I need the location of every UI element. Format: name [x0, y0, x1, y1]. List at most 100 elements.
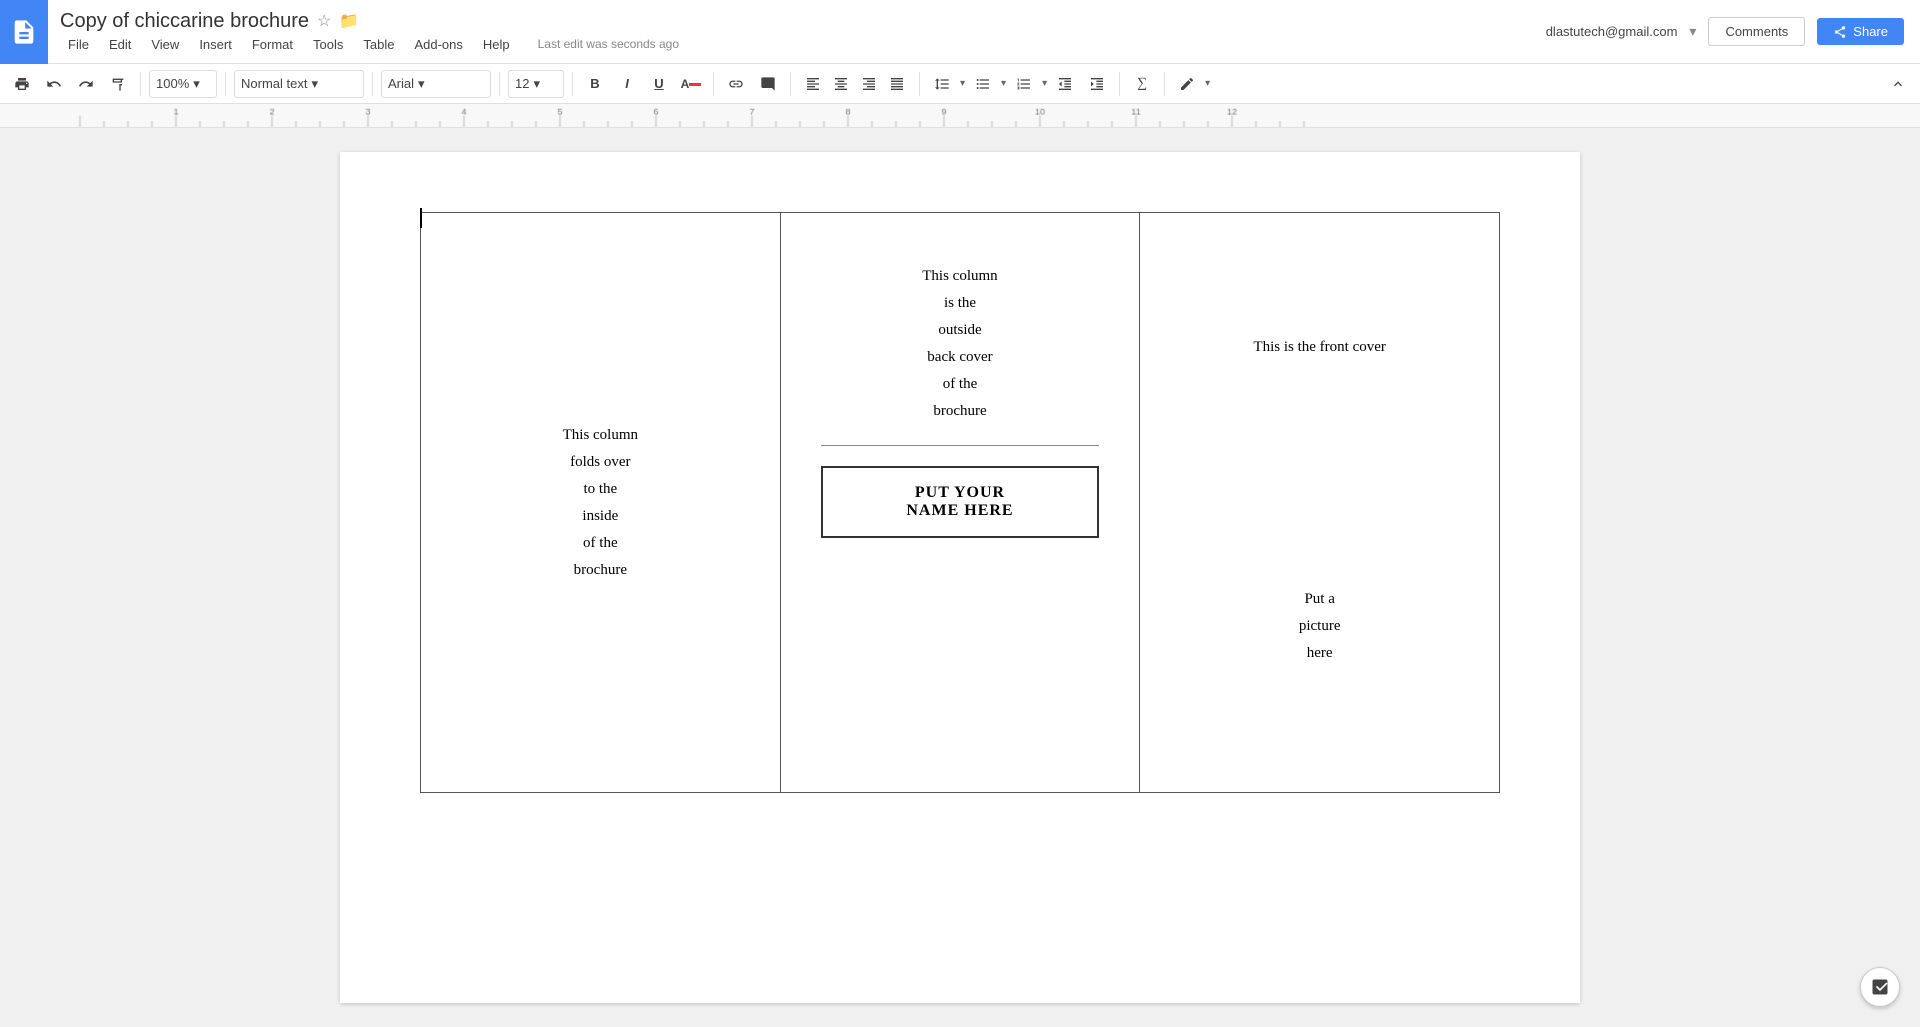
- col3-front-cover: This is the front cover: [1160, 339, 1479, 356]
- style-arrow: ▾: [311, 76, 318, 92]
- col2-line3: outside: [938, 322, 981, 338]
- zoom-arrow: ▾: [193, 76, 200, 92]
- bold-button[interactable]: B: [581, 70, 609, 98]
- divider-10: [1164, 72, 1165, 96]
- folder-icon[interactable]: 📁: [339, 11, 359, 31]
- toolbar: 100% ▾ Normal text ▾ Arial ▾ 12 ▾ B I U …: [0, 64, 1920, 104]
- col1-line3: to the: [583, 481, 617, 497]
- share-label: Share: [1853, 24, 1888, 39]
- comment-button[interactable]: [754, 70, 782, 98]
- divider-4: [499, 72, 500, 96]
- formula-button[interactable]: ∑: [1128, 70, 1156, 98]
- font-value: Arial: [388, 76, 414, 91]
- link-button[interactable]: [722, 70, 750, 98]
- col2-lower: [801, 558, 1120, 772]
- brochure-col1[interactable]: This column folds over to the inside of …: [421, 213, 781, 793]
- col2-upper: This column is the outside back cover of…: [801, 233, 1120, 445]
- line-spacing-button[interactable]: [928, 70, 956, 98]
- comments-button[interactable]: Comments: [1708, 17, 1805, 46]
- zoom-value: 100%: [156, 76, 189, 91]
- document-area[interactable]: This column folds over to the inside of …: [0, 128, 1920, 1027]
- dropdown-arrow-user[interactable]: ▾: [1689, 23, 1696, 40]
- ruler: [0, 104, 1920, 128]
- style-value: Normal text: [241, 76, 307, 91]
- font-dropdown[interactable]: Arial ▾: [381, 70, 491, 98]
- align-group: [799, 70, 911, 98]
- cursor: [420, 208, 422, 228]
- last-edit: Last edit was seconds ago: [538, 37, 679, 51]
- col2-line5: of the: [943, 376, 978, 392]
- doc-title[interactable]: Copy of chiccarine brochure: [60, 10, 309, 33]
- divider-6: [713, 72, 714, 96]
- share-button[interactable]: Share: [1817, 18, 1904, 45]
- text-color-button[interactable]: A: [677, 70, 705, 98]
- top-bar: Copy of chiccarine brochure ☆ 📁 File Edi…: [0, 0, 1920, 64]
- menu-bar: File Edit View Insert Format Tools Table…: [60, 35, 1534, 54]
- menu-addons[interactable]: Add-ons: [406, 35, 470, 54]
- col2-text: This column is the outside back cover of…: [821, 263, 1100, 425]
- col3-pic-line1: Put a: [1304, 591, 1334, 607]
- col2-line1: This column: [922, 268, 997, 284]
- name-line1: PUT YOUR: [915, 484, 1005, 501]
- size-arrow: ▾: [533, 76, 540, 92]
- brochure-col2[interactable]: This column is the outside back cover of…: [780, 213, 1140, 793]
- fab-button[interactable]: [1860, 967, 1900, 1007]
- brochure-table: This column folds over to the inside of …: [420, 212, 1500, 793]
- col1-line4: inside: [582, 508, 618, 524]
- numbered-list-button[interactable]: [1010, 70, 1038, 98]
- bullet-arrow: ▾: [1001, 78, 1006, 89]
- ruler-canvas: [0, 104, 1920, 127]
- doc-title-row: Copy of chiccarine brochure ☆ 📁: [60, 10, 1534, 33]
- divider-9: [1119, 72, 1120, 96]
- align-left-button[interactable]: [799, 70, 827, 98]
- align-justify-button[interactable]: [883, 70, 911, 98]
- col2-line4: back cover: [927, 349, 992, 365]
- bullet-list-button[interactable]: [969, 70, 997, 98]
- divider-3: [372, 72, 373, 96]
- col3-picture-text: Put a picture here: [1160, 556, 1479, 667]
- menu-file[interactable]: File: [60, 35, 97, 54]
- style-dropdown[interactable]: Normal text ▾: [234, 70, 364, 98]
- page: This column folds over to the inside of …: [340, 152, 1580, 1003]
- indent-increase-button[interactable]: [1083, 70, 1111, 98]
- divider-7: [790, 72, 791, 96]
- italic-button[interactable]: I: [613, 70, 641, 98]
- col2-divider: [821, 445, 1100, 446]
- indent-decrease-button[interactable]: [1051, 70, 1079, 98]
- menu-help[interactable]: Help: [475, 35, 518, 54]
- title-area: Copy of chiccarine brochure ☆ 📁 File Edi…: [48, 2, 1546, 62]
- pen-arrow: ▾: [1205, 78, 1210, 89]
- zoom-dropdown[interactable]: 100% ▾: [149, 70, 217, 98]
- menu-format[interactable]: Format: [244, 35, 301, 54]
- align-right-button[interactable]: [855, 70, 883, 98]
- align-center-button[interactable]: [827, 70, 855, 98]
- menu-table[interactable]: Table: [355, 35, 402, 54]
- underline-button[interactable]: U: [645, 70, 673, 98]
- app-icon: [0, 0, 48, 64]
- col2-inner: This column is the outside back cover of…: [801, 233, 1120, 772]
- col3-pic-line2: picture: [1299, 618, 1341, 634]
- header-right: dlastutech@gmail.com ▾ Comments Share: [1546, 17, 1920, 46]
- col2-line6: brochure: [933, 403, 986, 419]
- col2-line2: is the: [944, 295, 976, 311]
- print-button[interactable]: [8, 70, 36, 98]
- name-line2: NAME HERE: [906, 502, 1013, 519]
- divider-5: [572, 72, 573, 96]
- name-box[interactable]: PUT YOUR NAME HERE: [821, 466, 1100, 538]
- redo-button[interactable]: [72, 70, 100, 98]
- paint-format-button[interactable]: [104, 70, 132, 98]
- col1-line5: of the: [583, 535, 618, 551]
- menu-insert[interactable]: Insert: [191, 35, 240, 54]
- draw-button[interactable]: [1173, 70, 1201, 98]
- menu-tools[interactable]: Tools: [305, 35, 351, 54]
- col1-line6: brochure: [574, 562, 627, 578]
- col1-line1: This column: [563, 427, 638, 443]
- menu-view[interactable]: View: [143, 35, 187, 54]
- menu-edit[interactable]: Edit: [101, 35, 139, 54]
- undo-button[interactable]: [40, 70, 68, 98]
- star-icon[interactable]: ☆: [317, 11, 331, 31]
- brochure-col3[interactable]: This is the front cover Put a picture he…: [1140, 213, 1500, 793]
- user-email: dlastutech@gmail.com: [1546, 24, 1678, 39]
- size-dropdown[interactable]: 12 ▾: [508, 70, 564, 98]
- collapse-toolbar-button[interactable]: [1884, 70, 1912, 98]
